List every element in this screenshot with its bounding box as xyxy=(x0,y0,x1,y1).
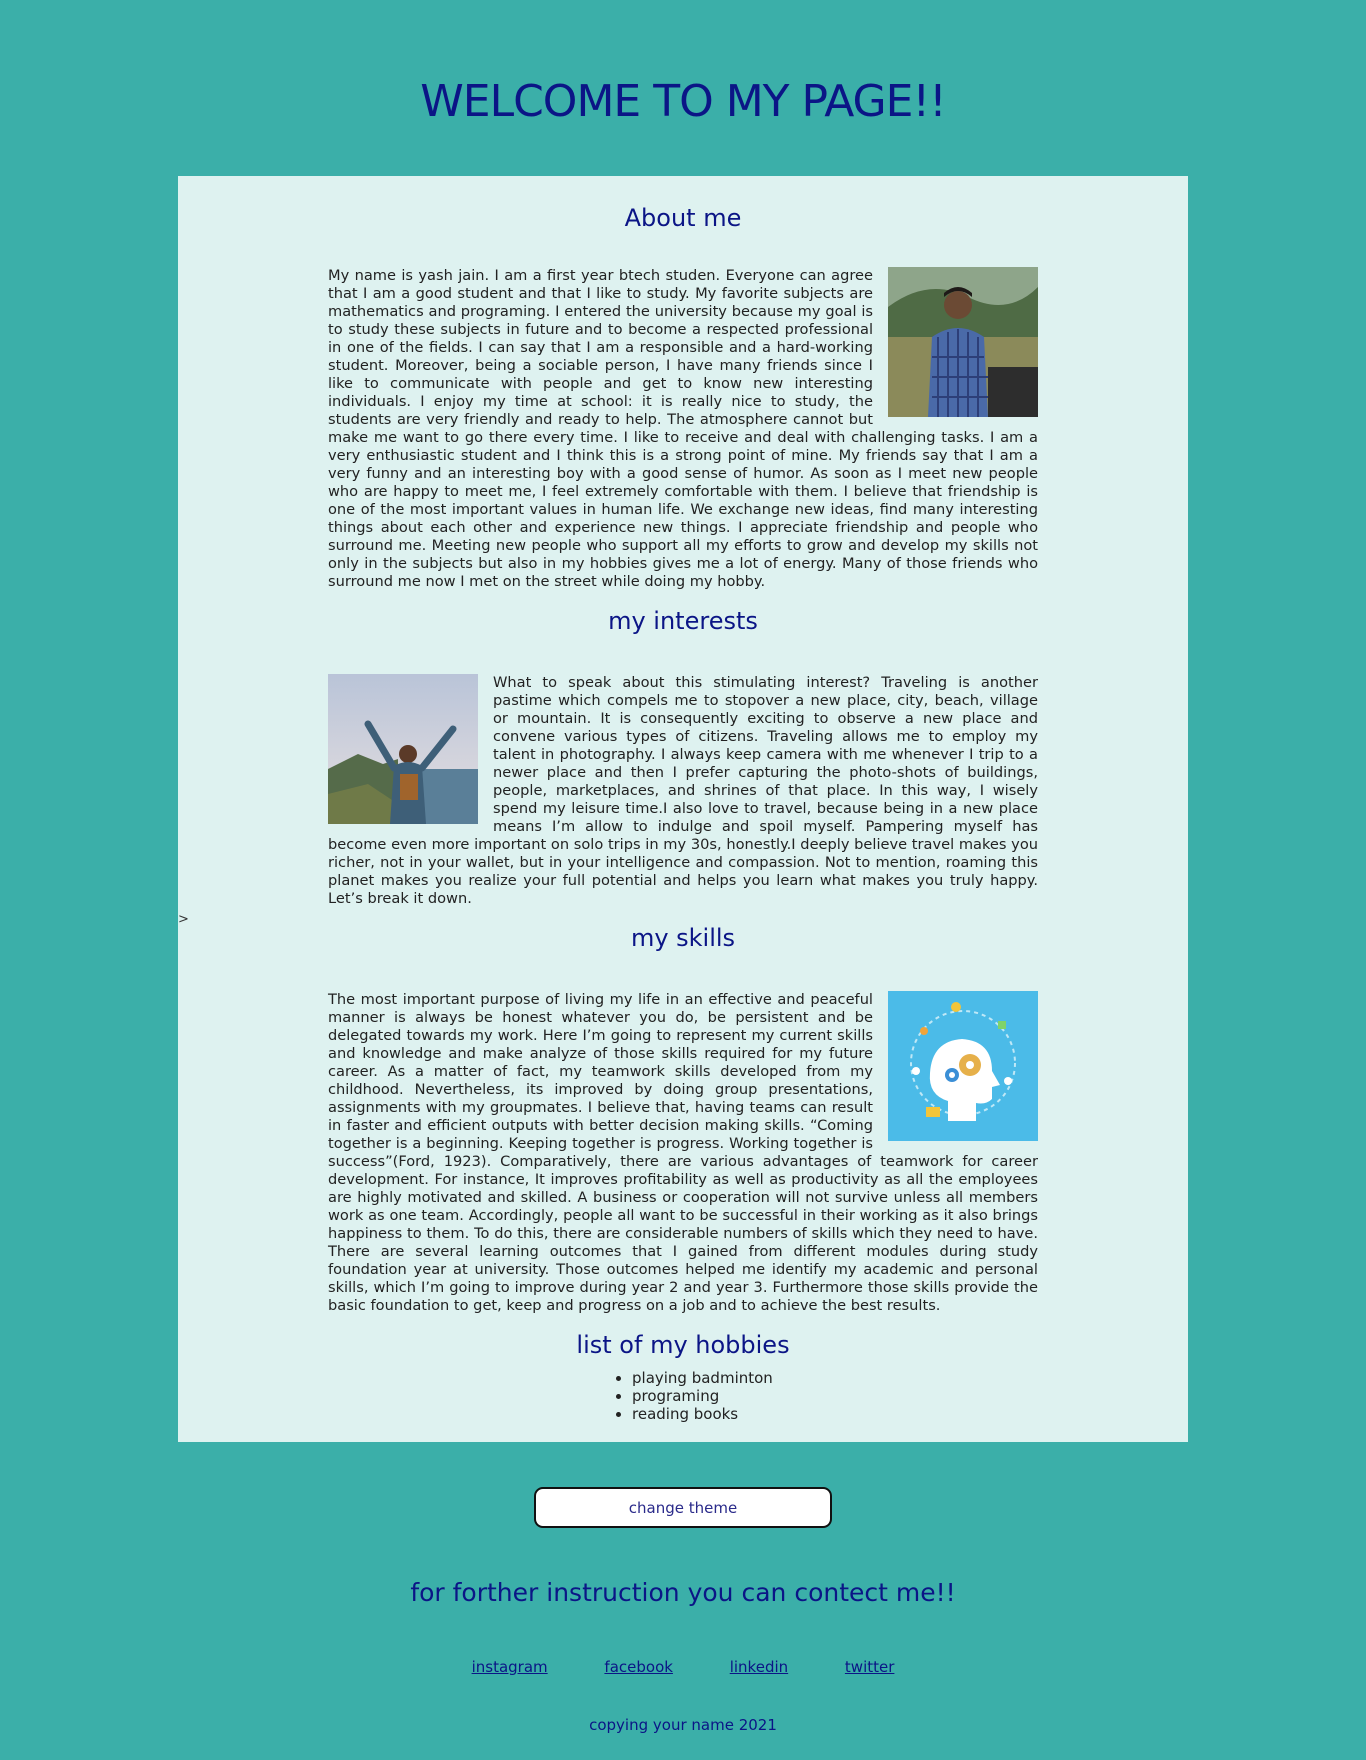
list-item: programing xyxy=(632,1387,916,1405)
social-links: instagram facebook linkedin twitter xyxy=(0,1658,1366,1676)
contact-heading: for forther instruction you can contect … xyxy=(410,1578,956,1607)
main-content-card: > About me My name is yash jain. I am a … xyxy=(178,176,1188,1442)
facebook-link[interactable]: facebook xyxy=(604,1658,673,1676)
content-column: About me My name is yash jain. I am a fi… xyxy=(328,176,1038,1423)
footer-text: copying your name 2021 xyxy=(589,1716,777,1734)
list-item: reading books xyxy=(632,1405,916,1423)
profile-photo xyxy=(888,267,1038,417)
twitter-link[interactable]: twitter xyxy=(845,1658,894,1676)
travel-photo xyxy=(328,674,478,824)
linkedin-link[interactable]: linkedin xyxy=(730,1658,788,1676)
page-title: WELCOME TO MY PAGE!! xyxy=(420,76,946,127)
about-heading: About me xyxy=(624,204,742,232)
list-item: playing badminton xyxy=(632,1369,916,1387)
interests-heading: my interests xyxy=(608,607,758,635)
instagram-link[interactable]: instagram xyxy=(472,1658,548,1676)
change-theme-button[interactable]: change theme xyxy=(534,1487,832,1528)
hobbies-heading: list of my hobbies xyxy=(576,1331,790,1359)
hobby-list: playing badminton programing reading boo… xyxy=(616,1369,916,1423)
skills-heading: my skills xyxy=(630,924,736,952)
skills-illustration xyxy=(888,991,1038,1141)
stray-character: > xyxy=(178,912,189,927)
